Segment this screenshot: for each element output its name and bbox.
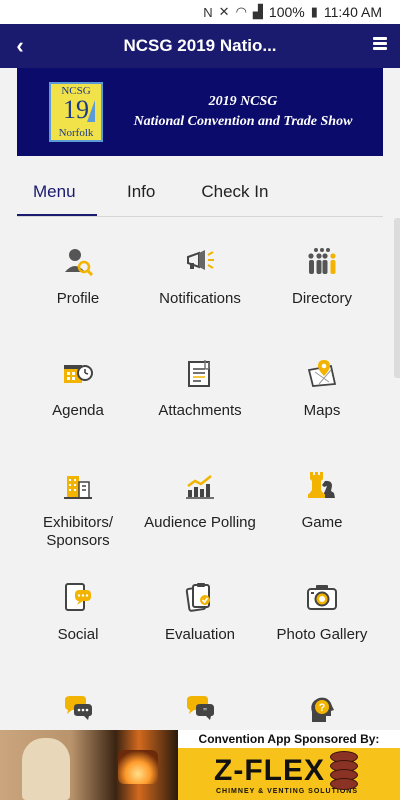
- menu-item-label: Evaluation: [164, 626, 236, 643]
- logo-bottom-text: Norfolk: [58, 127, 94, 139]
- sponsor-logo-icon: [330, 751, 358, 790]
- menu-item-game[interactable]: Game: [261, 442, 383, 554]
- tab-menu[interactable]: Menu: [17, 170, 97, 216]
- menu-item-label: Profile: [56, 290, 100, 307]
- camera-icon: [307, 585, 337, 610]
- menu-item-label: Agenda: [52, 402, 104, 419]
- buildings-icon: [64, 476, 92, 499]
- menu-item-exhibitors-sponsors[interactable]: Exhibitors/ Sponsors: [17, 442, 139, 554]
- map-pin-icon: [307, 360, 337, 387]
- clipboard-check-icon: [185, 583, 210, 612]
- menu-item-label: Attachments: [158, 402, 242, 419]
- question-head-icon: ?: [311, 697, 334, 722]
- menu-item-label: Social: [57, 626, 99, 643]
- menu-item-photo-gallery[interactable]: Photo Gallery: [261, 554, 383, 666]
- menu-item-label: Photo Gallery: [276, 626, 368, 643]
- hamburger-icon[interactable]: [360, 35, 400, 57]
- app-header: ‹ NCSG 2019 Natio...: [0, 24, 400, 68]
- menu-item-label: Game: [301, 514, 343, 531]
- scroll-indicator[interactable]: [394, 218, 400, 378]
- menu-item-label: Exhibitors/ Sponsors: [42, 514, 114, 549]
- svg-text:?: ?: [319, 702, 326, 714]
- sponsor-ad[interactable]: Convention App Sponsored By: Z-FLEX CHIM…: [0, 730, 400, 800]
- sponsor-photo: [0, 730, 178, 800]
- banner-line1: 2019 NCSG: [208, 94, 278, 109]
- menu-item-label: Maps: [303, 402, 341, 419]
- page-title: NCSG 2019 Natio...: [123, 36, 277, 55]
- back-arrow-icon[interactable]: ‹: [0, 33, 40, 59]
- chat-bubbles-icon: [65, 696, 92, 720]
- tab-check-in[interactable]: Check In: [185, 170, 284, 216]
- menu-item-label: Audience Polling: [144, 514, 256, 531]
- chess-pieces-icon: [308, 472, 335, 498]
- quote-bubbles-icon: ": [187, 696, 214, 720]
- banner-line2: National Convention and Trade Show: [133, 114, 353, 129]
- chat-tablet-icon: [65, 583, 91, 611]
- calendar-clock-icon: [64, 365, 93, 383]
- menu-item-maps[interactable]: Maps: [261, 330, 383, 442]
- signal-icon: ▟: [252, 4, 263, 19]
- menu-item-label: Directory: [291, 290, 352, 307]
- wifi-icon: ◠: [235, 4, 247, 19]
- menu-item-notifications[interactable]: Notifications: [139, 218, 261, 330]
- megaphone-icon: [187, 250, 214, 270]
- banner-text: 2019 NCSG National Convention and Trade …: [103, 92, 383, 132]
- menu-item-directory[interactable]: Directory: [261, 218, 383, 330]
- battery-icon: ▮: [310, 4, 318, 19]
- battery-level: 100%: [268, 4, 305, 20]
- menu-item-evaluation[interactable]: Evaluation: [139, 554, 261, 666]
- status-bar: N ✕ ◠ ▟ 100% ▮ 11:40 AM: [0, 0, 400, 24]
- mute-icon: ✕: [218, 4, 230, 19]
- svg-text:": ": [203, 707, 207, 718]
- sponsor-headline: Convention App Sponsored By:: [178, 730, 400, 748]
- sponsor-photo-person: [22, 738, 70, 800]
- bar-chart-icon: [186, 475, 214, 499]
- sail-icon: [87, 100, 95, 122]
- fireplace-image: [118, 750, 158, 784]
- menu-item-agenda[interactable]: Agenda: [17, 330, 139, 442]
- event-logo: NCSG 19 Norfolk: [49, 82, 103, 142]
- tab-bar: Menu Info Check In: [17, 170, 383, 217]
- sponsor-brand: Z-FLEX: [214, 754, 325, 787]
- clock: 11:40 AM: [323, 4, 382, 20]
- people-group-icon: [308, 248, 336, 274]
- tab-info[interactable]: Info: [111, 170, 171, 216]
- menu-item-profile[interactable]: Profile: [17, 218, 139, 330]
- menu-item-label: Notifications: [159, 290, 241, 307]
- menu-item-attachments[interactable]: Attachments: [139, 330, 261, 442]
- profile-search-icon: [65, 249, 93, 276]
- menu-item-audience-polling[interactable]: Audience Polling: [139, 442, 261, 554]
- event-banner: NCSG 19 Norfolk 2019 NCSG National Conve…: [17, 68, 383, 156]
- menu-item-social[interactable]: Social: [17, 554, 139, 666]
- document-clip-icon: [188, 360, 210, 387]
- nfc-icon: N: [203, 4, 213, 20]
